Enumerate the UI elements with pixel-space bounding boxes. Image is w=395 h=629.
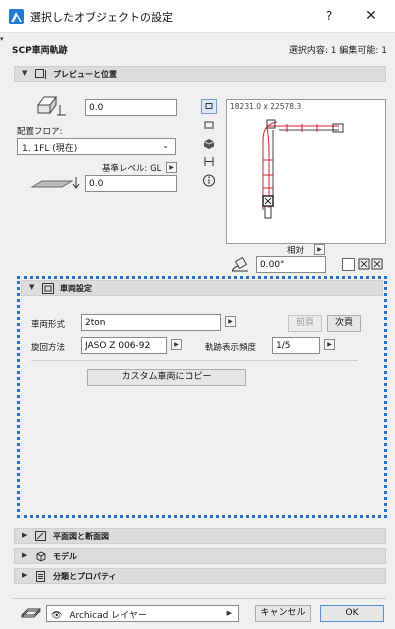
floor-label: 配置フロア: bbox=[17, 127, 63, 137]
object-name: SCP車両軌跡 bbox=[12, 46, 68, 56]
layer-value: Archicad レイヤー bbox=[69, 611, 147, 621]
chevron-down-icon: ⌄ bbox=[162, 141, 169, 150]
collapsed-arrow-icon: ▶ bbox=[22, 551, 28, 559]
layer-dropdown[interactable]: 👁 Archicad レイヤー ▶ bbox=[46, 605, 239, 622]
base-offset-input[interactable] bbox=[85, 175, 177, 192]
preview-canvas: 18231.0 x 22578.3 bbox=[226, 99, 386, 244]
vehicle-track-drawing bbox=[262, 119, 344, 219]
height-input[interactable] bbox=[85, 99, 177, 116]
2d-view-button[interactable] bbox=[201, 99, 217, 114]
cancel-button[interactable]: キャンセル bbox=[255, 605, 311, 622]
chevron-right-icon: ▶ bbox=[226, 609, 232, 617]
mirror-icon bbox=[358, 257, 386, 272]
collapsed-arrow-icon: ▶ bbox=[22, 571, 28, 579]
resize-marker-icon: ▾ bbox=[0, 35, 4, 43]
panel-header-model[interactable]: ▶ モデル bbox=[14, 548, 386, 564]
panel-header-classification[interactable]: ▶ 分類とプロパティ bbox=[14, 568, 386, 584]
panel-header-preview[interactable]: ▼ プレビューと位置 bbox=[14, 66, 386, 82]
section-view-button[interactable] bbox=[201, 117, 217, 132]
panel-header-vehicle[interactable]: ▼ 車両設定 bbox=[21, 280, 383, 296]
floor-dropdown[interactable]: 1. 1FL (現在) ⌄ bbox=[17, 138, 176, 155]
angle-input[interactable] bbox=[256, 256, 326, 273]
turning-method-input[interactable] bbox=[81, 337, 167, 354]
info-icon[interactable] bbox=[201, 173, 217, 188]
track-frequency-input[interactable] bbox=[272, 337, 320, 354]
vehicle-settings-panel bbox=[17, 276, 387, 518]
next-page-button[interactable]: 次頁 bbox=[327, 315, 361, 332]
panel-header-floor-plan[interactable]: ▶ 平面図と断面図 bbox=[14, 528, 386, 544]
floor-plan-icon bbox=[35, 531, 47, 542]
base-level-icon bbox=[30, 173, 82, 193]
divider bbox=[31, 360, 358, 361]
close-button[interactable]: ✕ bbox=[361, 6, 381, 26]
elevation-view-button[interactable] bbox=[201, 154, 217, 169]
track-frequency-label: 軌跡表示頻度 bbox=[205, 343, 257, 353]
vehicle-type-input[interactable] bbox=[81, 314, 221, 331]
mirror-checkbox[interactable] bbox=[342, 258, 355, 271]
collapsed-arrow-icon: ▶ bbox=[22, 531, 28, 539]
layer-icon bbox=[20, 606, 42, 620]
copy-to-custom-vehicle-button[interactable]: カスタム車両にコピー bbox=[87, 369, 246, 386]
object-height-icon bbox=[34, 91, 70, 117]
base-level-menu-button[interactable]: ▶ bbox=[166, 162, 177, 173]
panel-title-preview: プレビューと位置 bbox=[53, 70, 117, 79]
base-level-label: 基準レベル: GL bbox=[102, 164, 162, 174]
rotation-angle-icon bbox=[229, 254, 251, 274]
classification-icon bbox=[35, 571, 47, 582]
turning-method-menu-button[interactable]: ▶ bbox=[171, 339, 182, 350]
help-button[interactable]: ? bbox=[320, 6, 338, 26]
footer-divider bbox=[12, 598, 386, 599]
track-frequency-menu-button[interactable]: ▶ bbox=[324, 339, 335, 350]
panel-title-floor-plan: 平面図と断面図 bbox=[53, 532, 109, 541]
relative-menu-button[interactable]: ▶ bbox=[314, 244, 325, 255]
preview-position-icon bbox=[35, 69, 47, 80]
expand-arrow-icon: ▼ bbox=[29, 283, 35, 291]
panel-title-model: モデル bbox=[53, 552, 77, 561]
floor-value: 1. 1FL (現在) bbox=[22, 144, 78, 154]
prev-page-button[interactable]: 前頁 bbox=[288, 315, 322, 332]
vehicle-type-label: 車両形式 bbox=[31, 320, 66, 330]
window-title: 選択したオブジェクトの設定 bbox=[30, 11, 173, 24]
app-icon bbox=[9, 9, 24, 24]
panel-title-classification: 分類とプロパティ bbox=[53, 572, 117, 581]
eye-icon: 👁 bbox=[51, 611, 63, 621]
expand-arrow-icon: ▼ bbox=[22, 69, 28, 77]
vehicle-type-menu-button[interactable]: ▶ bbox=[225, 316, 236, 327]
vehicle-settings-icon bbox=[42, 283, 54, 294]
ok-button[interactable]: OK bbox=[320, 605, 384, 622]
relative-label: 相対 bbox=[287, 246, 305, 256]
panel-title-vehicle: 車両設定 bbox=[60, 284, 92, 293]
turning-method-label: 旋回方法 bbox=[31, 343, 66, 353]
3d-view-button[interactable] bbox=[201, 136, 217, 151]
model-cube-icon bbox=[35, 551, 47, 562]
selection-info: 選択内容: 1 編集可能: 1 bbox=[288, 46, 387, 56]
